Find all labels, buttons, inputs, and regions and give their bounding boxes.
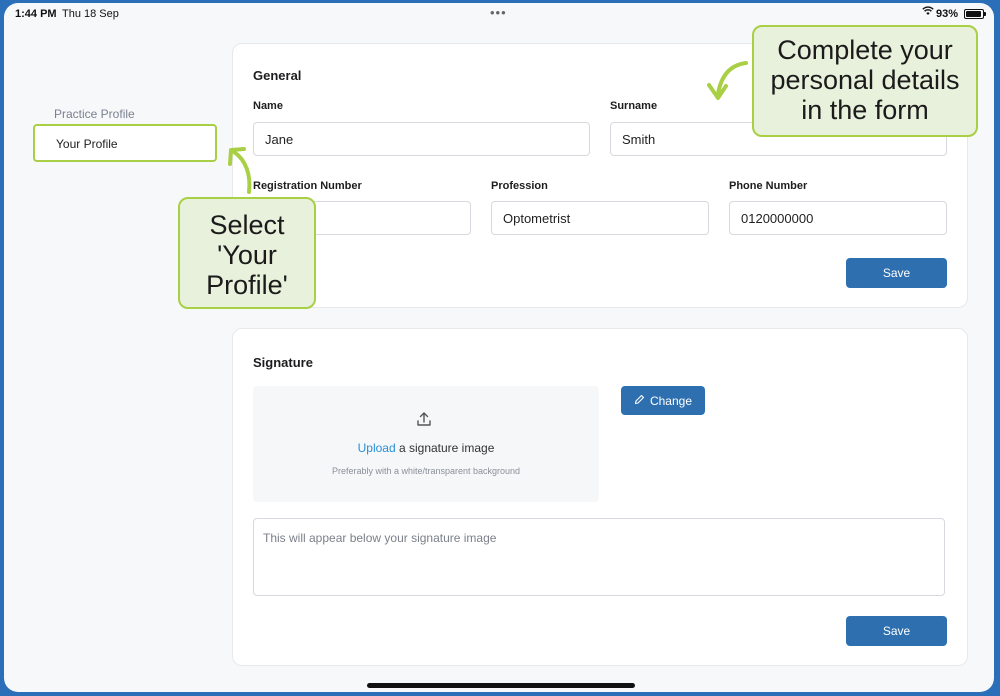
status-date: Thu 18 Sep (62, 8, 119, 20)
signature-card: Signature Upload a signature image Prefe… (232, 328, 968, 666)
profession-label: Profession (491, 180, 548, 192)
status-bar: 1:44 PM Thu 18 Sep ••• 93% (4, 3, 994, 25)
profession-input[interactable]: Optometrist (491, 201, 709, 235)
callout-select-profile: Select 'Your Profile' (178, 197, 316, 309)
callout-line: Profile' (206, 270, 288, 300)
callout-line: Select (209, 210, 285, 240)
general-title: General (253, 68, 302, 83)
curved-arrow-icon (228, 147, 252, 194)
callout-line: in the form (801, 95, 929, 125)
curved-arrow-icon (707, 61, 748, 100)
change-label: Change (649, 394, 693, 408)
change-signature-button[interactable]: Change (621, 386, 705, 415)
wifi-icon (922, 6, 934, 19)
pencil-icon (634, 394, 645, 408)
ipad-screen: 1:44 PM Thu 18 Sep ••• 93% Practice Prof… (4, 3, 994, 692)
sidebar-item-your-profile[interactable]: Your Profile (33, 124, 217, 162)
callout-complete-details: Complete your personal details in the fo… (752, 25, 978, 137)
upload-link[interactable]: Upload (358, 441, 396, 455)
battery-icon (964, 9, 986, 19)
upload-hint: Preferably with a white/transparent back… (331, 466, 521, 476)
callout-line: personal details (770, 65, 960, 95)
registration-number-label: Registration Number (253, 180, 362, 192)
status-time: 1:44 PM (15, 8, 57, 20)
phone-number-label: Phone Number (729, 180, 808, 192)
name-label: Name (253, 100, 283, 112)
multitasking-dots-icon[interactable]: ••• (490, 5, 507, 20)
callout-line: 'Your (217, 240, 277, 270)
general-save-button[interactable]: Save (846, 258, 947, 288)
upload-icon (416, 411, 432, 432)
surname-label: Surname (610, 100, 658, 112)
name-input[interactable]: Jane (253, 122, 590, 156)
signature-title: Signature (253, 355, 313, 370)
signature-upload-area[interactable]: Upload a signature image Preferably with… (253, 386, 599, 502)
signature-save-button[interactable]: Save (846, 616, 947, 646)
sidebar-item-label: Your Profile (56, 137, 118, 151)
signature-caption-textarea[interactable]: This will appear below your signature im… (253, 518, 945, 596)
upload-text: a signature image (395, 441, 495, 455)
battery-percentage: 93% (936, 8, 959, 20)
home-indicator[interactable] (367, 683, 635, 688)
upload-instruction: Upload a signature image (253, 441, 599, 455)
sidebar-heading[interactable]: Practice Profile (54, 107, 135, 121)
callout-line: Complete your (777, 35, 953, 65)
phone-number-input[interactable]: 0120000000 (729, 201, 947, 235)
